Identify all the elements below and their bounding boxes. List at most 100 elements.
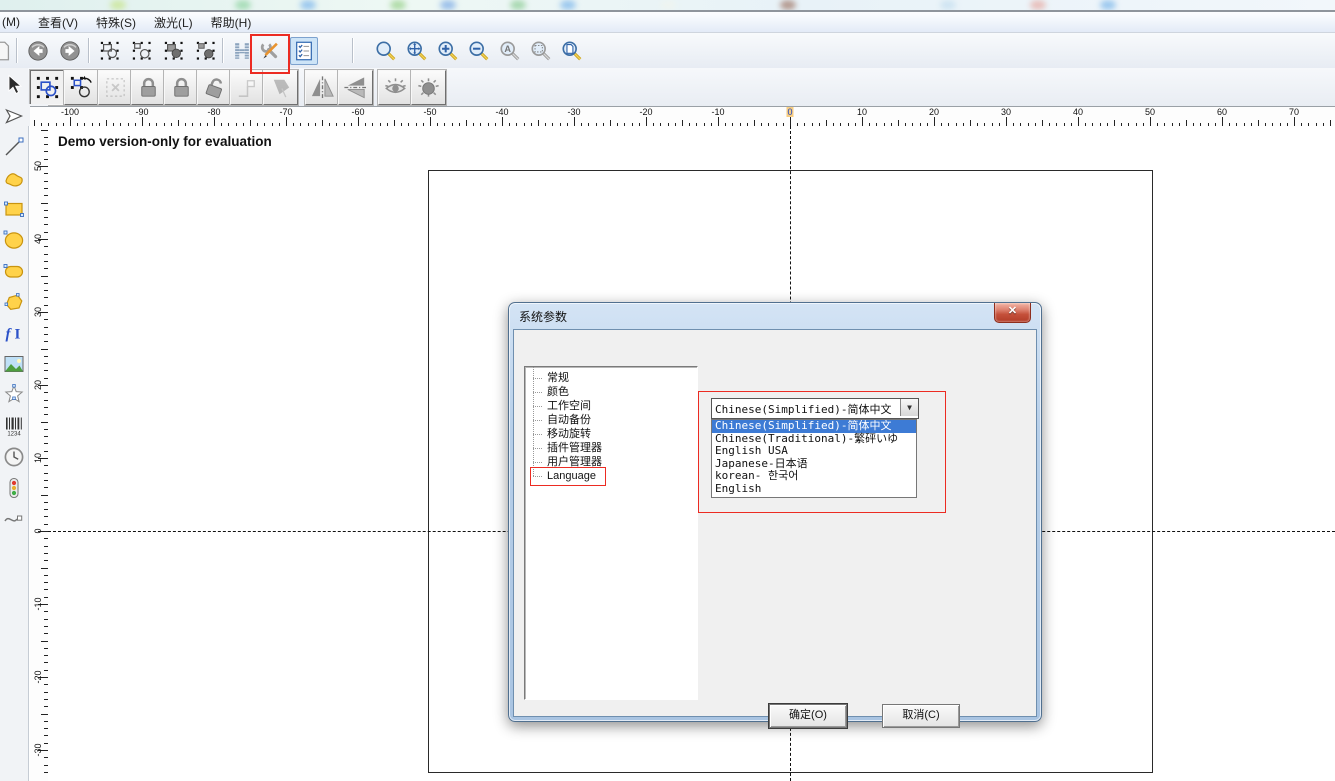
h-ruler-label: -30 [567, 107, 580, 117]
h-ruler-label: 30 [1001, 107, 1011, 117]
menu-item-2[interactable]: 特殊(S) [87, 12, 145, 33]
weld-icon[interactable] [160, 37, 188, 65]
chevron-down-icon[interactable]: ▼ [900, 399, 918, 416]
image-tool-icon[interactable] [2, 351, 26, 377]
svg-text:f: f [6, 327, 13, 343]
back-icon[interactable] [24, 37, 52, 65]
language-option-0[interactable]: Chinese(Simplified)-简体中文 [712, 420, 916, 433]
hatch-icon[interactable] [228, 37, 256, 65]
lock-horizontal-icon[interactable] [131, 70, 166, 105]
unlock-icon[interactable] [197, 70, 232, 105]
text-tool-icon[interactable]: fI [2, 320, 26, 346]
h-ruler-label: 0 [786, 107, 793, 117]
zoom-selection-icon[interactable] [527, 37, 555, 65]
language-dropdown-list: Chinese(Simplified)-简体中文Chinese(Traditio… [711, 419, 917, 498]
h-ruler-label: 50 [1145, 107, 1155, 117]
barcode-tool-icon[interactable]: 1234 [2, 413, 26, 439]
h-ruler-label: -60 [351, 107, 364, 117]
rectangle-tool-icon[interactable] [2, 196, 26, 222]
system-settings-icon[interactable] [256, 37, 284, 65]
delete-node-icon[interactable] [98, 70, 133, 105]
ungroup-icon[interactable] [128, 37, 156, 65]
close-icon[interactable]: ✕ [994, 303, 1031, 323]
pick-corner-icon[interactable] [263, 70, 298, 105]
toolbar-separator [16, 38, 17, 63]
svg-text:I: I [15, 327, 21, 343]
rounded-shape-tool-icon[interactable] [2, 258, 26, 284]
v-ruler-label: 40 [33, 229, 43, 249]
system-parameters-dialog: 系统参数 ✕ 常规颜色工作空间自动备份移动旋转插件管理器用户管理器Languag… [508, 302, 1042, 722]
select-icon[interactable] [30, 70, 65, 105]
h-ruler-label: 70 [1289, 107, 1299, 117]
clock-tool-icon[interactable] [2, 444, 26, 470]
zoom-in-icon[interactable] [434, 37, 462, 65]
v-ruler-label: -20 [33, 667, 43, 687]
vertical-ruler: 50403020100-10-20-30 [30, 126, 49, 781]
language-combobox[interactable]: Chinese(Simplified)-简体中文 ▼ [711, 398, 919, 419]
h-ruler-label: -70 [279, 107, 292, 117]
tree-item-label: 移动旋转 [547, 428, 591, 440]
desktop-icon-blur [1030, 0, 1046, 10]
language-option-5[interactable]: English [712, 483, 916, 496]
ellipse-tool-icon[interactable] [2, 227, 26, 253]
menu-item-3[interactable]: 激光(L) [145, 12, 202, 33]
zoom-pan-icon[interactable] [403, 37, 431, 65]
v-ruler-label: 0 [33, 521, 43, 541]
zoom-icon[interactable] [372, 37, 400, 65]
tree-item-language[interactable]: Language [525, 469, 697, 483]
mirror-horizontal-icon[interactable] [305, 70, 340, 105]
tree-item--[interactable]: 常规 [525, 371, 697, 385]
v-ruler-label: 30 [33, 302, 43, 322]
polygon-tool-icon[interactable] [2, 289, 26, 315]
h-ruler-label: -20 [639, 107, 652, 117]
tree-item--[interactable]: 插件管理器 [525, 441, 697, 455]
group-icon[interactable] [96, 37, 124, 65]
language-item-annotation [530, 467, 606, 486]
node-edit-icon[interactable] [2, 103, 26, 129]
application-window: (M)查看(V)特殊(S)激光(L)帮助(H) A fI1234 -100-90… [0, 0, 1335, 781]
menu-item-0[interactable]: (M) [0, 13, 29, 31]
desktop-icon-blur [1100, 0, 1116, 10]
lock-vertical-icon[interactable] [164, 70, 199, 105]
zoom-page-icon[interactable] [558, 37, 586, 65]
toolbar-separator [88, 38, 89, 63]
connector-tool-icon[interactable] [2, 506, 26, 532]
language-combobox-value: Chinese(Simplified)-简体中文 [715, 401, 891, 417]
main-toolbar: A [0, 33, 1335, 69]
svg-text:1234: 1234 [7, 432, 21, 438]
desktop-background [0, 0, 1335, 10]
v-ruler-label: -10 [33, 594, 43, 614]
toolbar-separator [352, 38, 353, 63]
preview-show-icon[interactable] [378, 70, 413, 105]
desktop-icon-blur [660, 0, 676, 10]
language-option-4[interactable]: korean- 한국어 [712, 470, 916, 483]
break-icon[interactable] [192, 37, 220, 65]
cancel-button[interactable]: 取消(C) [882, 704, 960, 728]
zoom-all-icon[interactable]: A [496, 37, 524, 65]
menu-item-4[interactable]: 帮助(H) [202, 12, 261, 33]
desktop-icon-blur [560, 0, 576, 10]
menu-item-1[interactable]: 查看(V) [29, 12, 87, 33]
tree-item--[interactable]: 移动旋转 [525, 427, 697, 441]
language-option-2[interactable]: English USA [712, 445, 916, 458]
snap-corner-icon[interactable] [230, 70, 265, 105]
traffic-light-tool-icon[interactable] [2, 475, 26, 501]
curve-tool-icon[interactable] [2, 165, 26, 191]
star-tool-icon[interactable] [2, 382, 26, 408]
mirror-vertical-icon[interactable] [338, 70, 373, 105]
tree-item--[interactable]: 颜色 [525, 385, 697, 399]
object-properties-icon[interactable] [290, 37, 318, 65]
zoom-out-icon[interactable] [465, 37, 493, 65]
forward-icon[interactable] [56, 37, 84, 65]
document-icon[interactable] [0, 37, 16, 65]
ok-button[interactable]: 确定(O) [769, 704, 847, 728]
tree-item--[interactable]: 工作空间 [525, 399, 697, 413]
h-ruler-label: -50 [423, 107, 436, 117]
tree-item-label: 插件管理器 [547, 442, 602, 454]
desktop-icon-blur [510, 0, 526, 10]
rotate-icon[interactable] [64, 70, 99, 105]
tree-item--[interactable]: 自动备份 [525, 413, 697, 427]
select-cursor-icon[interactable] [2, 72, 26, 98]
preview-hide-icon[interactable] [411, 70, 446, 105]
line-tool-icon[interactable] [2, 134, 26, 160]
